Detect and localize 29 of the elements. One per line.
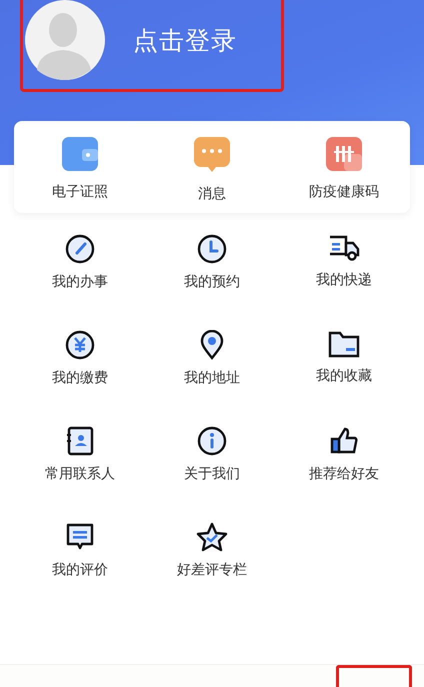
message-icon	[65, 522, 95, 552]
clock-icon	[197, 234, 227, 264]
yen-icon	[65, 330, 95, 360]
menu-item-label[interactable]: 我的收藏	[316, 367, 372, 385]
menu-item-label[interactable]: 我的办事	[52, 273, 108, 291]
truck-icon	[328, 234, 360, 262]
menu-item-label[interactable]: 我的预约	[184, 273, 240, 291]
menu-item-label[interactable]: 我的缴费	[52, 369, 108, 387]
menu-item-label[interactable]: 我的地址	[184, 369, 240, 387]
info-icon	[197, 426, 227, 456]
login-button[interactable]: 点击登录	[20, 0, 284, 92]
chat-bubble-icon	[194, 137, 230, 173]
menu-item-label[interactable]: 我的快递	[316, 271, 372, 289]
compass-icon	[65, 234, 95, 264]
code-icon	[326, 137, 362, 171]
location-pin-icon	[200, 330, 224, 360]
star-check-icon	[196, 522, 228, 552]
menu-item-label[interactable]: 推荐给好友	[309, 465, 379, 483]
thumbs-up-icon	[329, 426, 359, 456]
quick-action-label[interactable]: 消息	[198, 185, 226, 203]
menu-item-label[interactable]: 关于我们	[184, 465, 240, 483]
menu-item-label[interactable]: 我的评价	[52, 561, 108, 579]
folder-icon	[328, 330, 360, 358]
menu-item-label[interactable]: 常用联系人	[45, 465, 115, 483]
quick-action-label[interactable]: 电子证照	[52, 183, 108, 201]
quick-action-label[interactable]: 防疫健康码	[309, 183, 379, 201]
wallet-icon	[62, 137, 98, 171]
contact-book-icon	[66, 426, 94, 456]
menu-item-label[interactable]: 好差评专栏	[177, 561, 247, 579]
